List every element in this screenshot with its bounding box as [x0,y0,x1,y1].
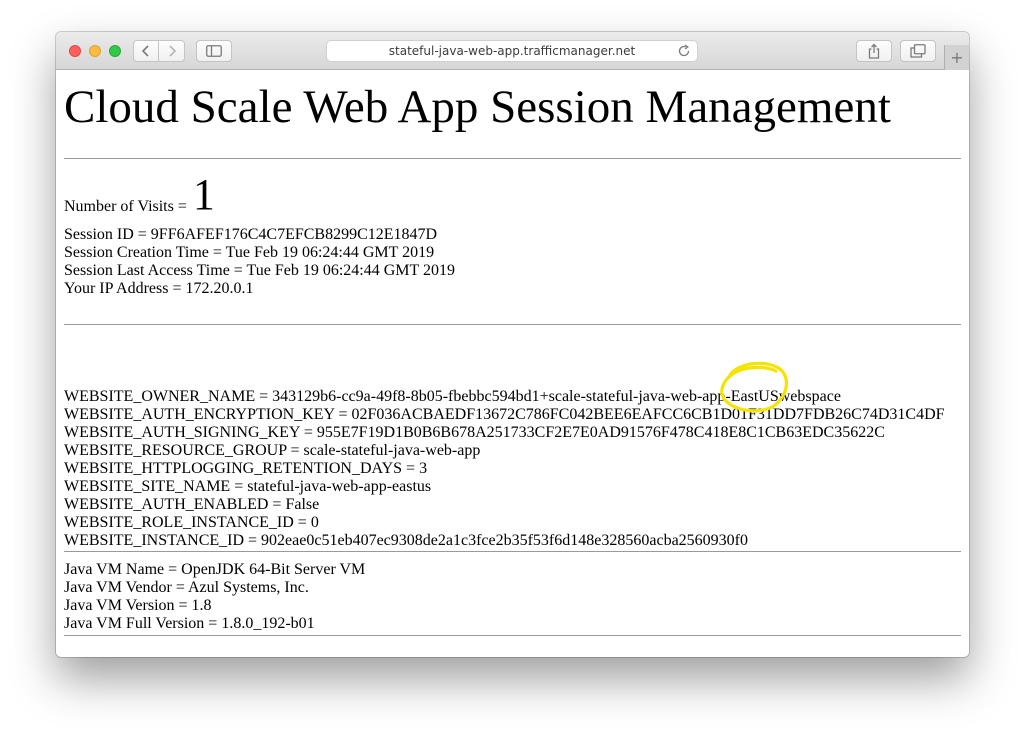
jvm-full-version-line: Java VM Full Version = 1.8.0_192-b01 [64,615,315,632]
ip-address-line: Your IP Address = 172.20.0.1 [64,280,254,297]
env-line: WEBSITE_INSTANCE_ID = 902eae0c51eb407ec9… [64,532,748,549]
jvm-version-line: Java VM Version = 1.8 [64,597,212,614]
sidebar-icon [206,45,222,57]
minimize-window-button[interactable] [89,45,101,57]
navigation-buttons [133,40,185,62]
visits-row: Number of Visits = 1 [64,173,961,217]
page-title: Cloud Scale Web App Session Management [64,81,891,133]
back-button[interactable] [133,40,159,62]
browser-window: stateful-java-web-app.trafficmanager.net… [56,32,969,657]
jvm-name-line: Java VM Name = OpenJDK 64-Bit Server VM [64,561,366,578]
env-line: WEBSITE_RESOURCE_GROUP = scale-stateful-… [64,442,481,459]
divider [64,324,961,325]
session-last-access-line: Session Last Access Time = Tue Feb 19 06… [64,262,455,279]
sidebar-toggle-button[interactable] [196,40,232,62]
env-line: WEBSITE_HTTPLOGGING_RETENTION_DAYS = 3 [64,460,428,477]
divider [64,158,961,159]
new-tab-button[interactable]: + [944,45,969,70]
browser-toolbar: stateful-java-web-app.trafficmanager.net [56,32,969,70]
zoom-window-button[interactable] [109,45,121,57]
chevron-right-icon [168,45,176,57]
session-id-line: Session ID = 9FF6AFEF176C4C7EFCB8299C12E… [64,226,438,243]
reload-icon[interactable] [677,44,691,58]
env-line: WEBSITE_OWNER_NAME = 343129b6-cc9a-49f8-… [64,388,841,405]
chevron-left-icon [141,45,149,57]
env-line: WEBSITE_AUTH_ENABLED = False [64,496,320,513]
env-line: WEBSITE_ROLE_INSTANCE_ID = 0 [64,514,319,531]
jvm-info: Java VM Name = OpenJDK 64-Bit Server VM … [64,561,961,633]
tabs-icon [910,44,926,58]
url-text: stateful-java-web-app.trafficmanager.net [388,44,636,58]
env-line: WEBSITE_SITE_NAME = stateful-java-web-ap… [64,478,432,495]
env-line: WEBSITE_AUTH_ENCRYPTION_KEY = 02F036ACBA… [64,406,945,423]
jvm-vendor-line: Java VM Vendor = Azul Systems, Inc. [64,579,309,596]
divider [64,551,961,552]
visits-label: Number of Visits = [64,198,187,215]
visits-count: 1 [192,170,215,219]
page-content: Cloud Scale Web App Session Management N… [56,70,969,657]
address-bar[interactable]: stateful-java-web-app.trafficmanager.net [326,40,698,62]
share-icon [868,43,880,59]
show-tabs-button[interactable] [900,40,936,62]
env-line: WEBSITE_AUTH_SIGNING_KEY = 955E7F19D1B0B… [64,424,885,441]
divider [64,635,961,636]
environment-info: WEBSITE_OWNER_NAME = 343129b6-cc9a-49f8-… [64,361,961,550]
share-button[interactable] [856,40,892,62]
forward-button[interactable] [159,40,185,62]
session-info: Session ID = 9FF6AFEF176C4C7EFCB8299C12E… [64,226,961,298]
session-creation-time-line: Session Creation Time = Tue Feb 19 06:24… [64,244,435,261]
close-window-button[interactable] [69,45,81,57]
